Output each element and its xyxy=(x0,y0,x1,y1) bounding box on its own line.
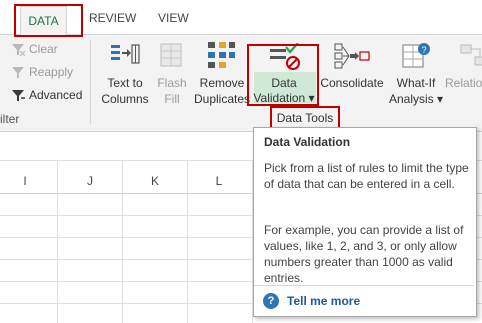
reapply-filter-icon xyxy=(12,67,24,78)
flash-fill-button[interactable]: Flash Fill xyxy=(152,40,192,108)
tooltip-description: Pick from a list of rules to limit the t… xyxy=(264,161,469,191)
relationships-icon xyxy=(460,44,482,66)
tab-data-highlight xyxy=(14,4,83,37)
remove-duplicates-icon xyxy=(208,42,235,68)
data-validation-tooltip: Data Validation Pick from a list of rule… xyxy=(253,127,477,317)
relationships-button[interactable]: Relatio xyxy=(445,40,482,92)
column-header-l[interactable]: L xyxy=(204,174,234,188)
reapply-label: Reapply xyxy=(29,65,74,79)
remove-duplicates-label-2: Duplicates xyxy=(193,92,251,106)
text-to-columns-label-2: Columns xyxy=(101,92,149,106)
flash-fill-label-2: Fill xyxy=(164,92,180,106)
group-separator xyxy=(90,40,91,124)
what-if-label-1: What-If xyxy=(396,76,436,90)
column-header-i[interactable]: I xyxy=(10,174,40,188)
tooltip-example: For example, you can provide a list of v… xyxy=(264,223,464,285)
what-if-label-2: Analysis ▾ xyxy=(388,92,444,106)
text-to-columns-label-1: Text to xyxy=(107,76,143,90)
tab-view[interactable]: VIEW xyxy=(158,8,189,28)
clear-filter-icon xyxy=(12,44,26,56)
help-icon[interactable]: ? xyxy=(263,293,279,309)
advanced-label: Advanced xyxy=(29,88,83,102)
column-header-k[interactable]: K xyxy=(140,174,170,188)
sort-filter-group-label: ilter xyxy=(0,112,20,126)
tell-me-more-link[interactable]: Tell me more xyxy=(287,293,360,309)
tab-review[interactable]: REVIEW xyxy=(89,8,136,28)
tooltip-divider xyxy=(254,285,474,286)
text-to-columns-button[interactable]: Text to Columns xyxy=(97,40,153,108)
flash-fill-label-1: Flash xyxy=(157,76,187,90)
grid-line xyxy=(122,160,123,323)
consolidate-label: Consolidate xyxy=(320,76,384,90)
grid-line xyxy=(187,160,188,323)
remove-duplicates-button[interactable]: Remove Duplicates xyxy=(192,40,252,108)
tooltip-title: Data Validation xyxy=(264,135,351,149)
consolidate-icon xyxy=(334,43,370,69)
clear-label: Clear xyxy=(29,42,58,56)
remove-duplicates-label-1: Remove xyxy=(199,76,245,90)
text-to-columns-icon xyxy=(111,44,140,64)
svg-text:?: ? xyxy=(422,45,427,55)
flash-fill-icon xyxy=(160,43,182,67)
relationships-label: Relatio xyxy=(445,76,482,90)
column-header-j[interactable]: J xyxy=(75,174,105,188)
grid-line xyxy=(57,160,58,323)
data-validation-highlight xyxy=(247,44,319,106)
consolidate-button[interactable]: Consolidate xyxy=(318,40,386,92)
what-if-analysis-button[interactable]: ? What-If Analysis ▾ xyxy=(387,40,445,108)
advanced-filter-icon xyxy=(12,90,25,101)
what-if-analysis-icon: ? xyxy=(402,43,430,68)
